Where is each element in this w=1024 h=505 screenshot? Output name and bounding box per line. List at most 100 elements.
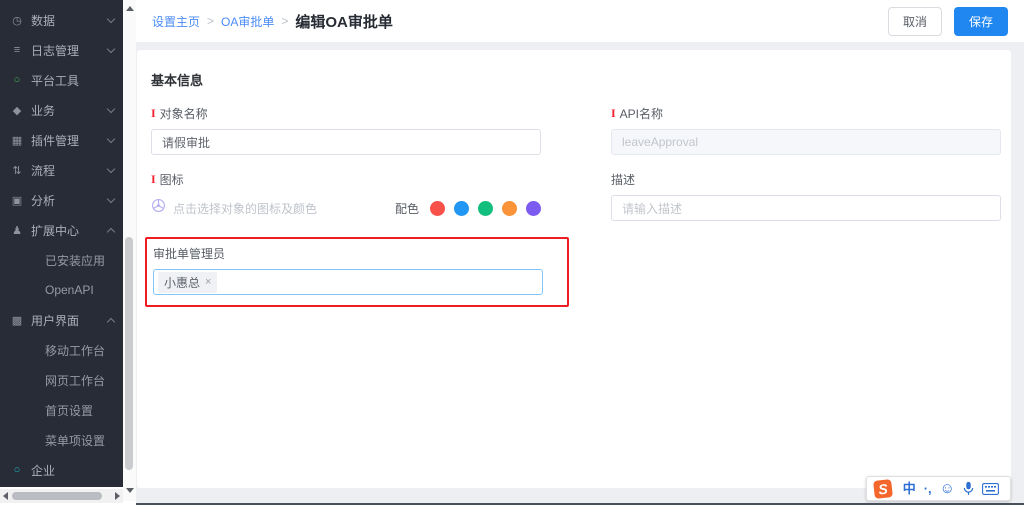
sidebar-item-data[interactable]: ◷ 数据 xyxy=(0,5,123,35)
sidebar-item-label: 日志管理 xyxy=(31,42,108,59)
scroll-right-arrow-icon[interactable] xyxy=(115,492,120,500)
sidebar-item-label: 数据 xyxy=(31,12,108,29)
horizontal-scrollbar-thumb[interactable] xyxy=(12,492,102,500)
description-input[interactable]: 请输入描述 xyxy=(611,195,1001,221)
sidebar-item-homepage-settings[interactable]: 首页设置 xyxy=(0,395,123,425)
sidebar-item-business[interactable]: ◆ 业务 xyxy=(0,95,123,125)
color-palette: 配色 xyxy=(395,200,541,217)
flow-icon: ⇅ xyxy=(10,164,24,177)
cancel-button[interactable]: 取消 xyxy=(888,7,942,36)
admin-tag-label: 小惠总 xyxy=(164,274,200,291)
emoji-icon[interactable]: ☺ xyxy=(940,481,955,496)
microphone-icon[interactable] xyxy=(963,481,974,496)
sidebar-item-label: 已安装应用 xyxy=(45,252,108,269)
sidebar-item-flow[interactable]: ⇅ 流程 xyxy=(0,155,123,185)
sidebar-item-analysis[interactable]: ▣ 分析 xyxy=(0,185,123,215)
ime-language-toggle[interactable]: 中 xyxy=(903,482,916,495)
sidebar-item-label: 首页设置 xyxy=(45,402,108,419)
sidebar-item-label: 用户界面 xyxy=(31,312,108,329)
clock-icon: ◷ xyxy=(10,14,24,27)
form-card: 基本信息 I 对象名称 请假审批 I 图标 xyxy=(137,50,1011,488)
vertical-scrollbar[interactable] xyxy=(123,0,136,501)
sidebar-item-label: 平台工具 xyxy=(31,72,108,89)
breadcrumb-separator: > xyxy=(281,14,288,28)
sidebar-item-label: 分析 xyxy=(31,192,108,209)
palette-color-dot[interactable] xyxy=(454,201,469,216)
sidebar-item-web-workbench[interactable]: 网页工作台 xyxy=(0,365,123,395)
scroll-down-arrow-icon[interactable] xyxy=(126,488,134,493)
sidebar-item-installed-apps[interactable]: 已安装应用 xyxy=(0,245,123,275)
section-title: 基本信息 xyxy=(151,70,1011,89)
chevron-icon xyxy=(107,15,115,23)
sidebar-item-label: 菜单项设置 xyxy=(45,432,108,449)
sidebar-item-plugin-management[interactable]: ▦ 插件管理 xyxy=(0,125,123,155)
sidebar-item-label: OpenAPI xyxy=(45,283,108,297)
sidebar-item-label: 流程 xyxy=(31,162,108,179)
breadcrumb-link-oa-approval[interactable]: OA审批单 xyxy=(221,13,274,30)
form-right-column: I API名称 leaveApproval 描述 请输入描述 xyxy=(611,105,1001,307)
ime-toolbar: S 中 ·, ☺ xyxy=(866,476,1011,501)
description-label: 描述 xyxy=(611,171,1001,188)
scroll-left-arrow-icon[interactable] xyxy=(3,492,8,500)
required-mark: I xyxy=(611,106,616,121)
palette-color-dot[interactable] xyxy=(478,201,493,216)
sidebar-item-platform-tools[interactable]: ○ 平台工具 xyxy=(0,65,123,95)
page-header: 设置主页 > OA审批单 > 编辑OA审批单 取消 保存 xyxy=(136,0,1024,42)
api-name-field: I API名称 leaveApproval xyxy=(611,105,1001,155)
save-button[interactable]: 保存 xyxy=(954,7,1008,36)
sidebar: ◷ 数据 ≡ 日志管理 ○ 平台工具 ◆ 业务 ▦ 插件管理 ⇅ 流程 ▣ 分析 xyxy=(0,0,123,487)
sidebar-item-label: 网页工作台 xyxy=(45,372,108,389)
sidebar-item-mobile-workbench[interactable]: 移动工作台 xyxy=(0,335,123,365)
sidebar-item-label: 扩展中心 xyxy=(31,222,108,239)
chevron-icon xyxy=(107,105,115,113)
object-name-label: I 对象名称 xyxy=(151,105,541,122)
sidebar-item-label: 移动工作台 xyxy=(45,342,108,359)
admin-label: 审批单管理员 xyxy=(153,245,567,262)
sidebar-item-log-management[interactable]: ≡ 日志管理 xyxy=(0,35,123,65)
chevron-icon xyxy=(107,45,115,53)
scroll-up-arrow-icon[interactable] xyxy=(126,6,134,11)
sidebar-item-user-interface[interactable]: ▩ 用户界面 xyxy=(0,305,123,335)
vertical-scrollbar-thumb[interactable] xyxy=(125,237,133,470)
icon-picker-hint: 点击选择对象的图标及颜色 xyxy=(173,200,317,217)
chevron-icon xyxy=(107,227,115,235)
form-left-column: I 对象名称 请假审批 I 图标 xyxy=(151,105,541,307)
tag-remove-icon[interactable]: × xyxy=(205,276,211,288)
palette-color-dot[interactable] xyxy=(430,201,445,216)
description-field: 描述 请输入描述 xyxy=(611,171,1001,221)
chevron-icon xyxy=(107,135,115,143)
ime-punctuation-toggle[interactable]: ·, xyxy=(924,482,932,495)
content-background: 基本信息 I 对象名称 请假审批 I 图标 xyxy=(136,42,1024,503)
sogou-logo-icon[interactable]: S xyxy=(873,479,893,499)
icon-picker[interactable]: 点击选择对象的图标及颜色 xyxy=(151,198,317,218)
horizontal-scrollbar[interactable] xyxy=(0,489,123,503)
required-mark: I xyxy=(151,106,156,121)
palette-icon xyxy=(151,198,166,218)
required-mark: I xyxy=(151,172,156,187)
sidebar-item-label: 插件管理 xyxy=(31,132,108,149)
grid-icon: ▦ xyxy=(10,134,24,147)
breadcrumb-separator: > xyxy=(207,14,214,28)
sidebar-item-label: 企业 xyxy=(31,462,108,479)
object-name-input[interactable]: 请假审批 xyxy=(151,129,541,155)
object-name-field: I 对象名称 请假审批 xyxy=(151,105,541,155)
api-name-label: I API名称 xyxy=(611,105,1001,122)
chevron-icon xyxy=(107,317,115,325)
chevron-icon xyxy=(107,165,115,173)
sidebar-item-extension-center[interactable]: ♟ 扩展中心 xyxy=(0,215,123,245)
sidebar-item-openapi[interactable]: OpenAPI xyxy=(0,275,123,305)
sidebar-item-menu-item-settings[interactable]: 菜单项设置 xyxy=(0,425,123,455)
breadcrumb-link-settings-home[interactable]: 设置主页 xyxy=(152,13,200,30)
chevron-icon xyxy=(107,195,115,203)
sidebar-item-label: 业务 xyxy=(31,102,108,119)
palette-color-dot[interactable] xyxy=(502,201,517,216)
admin-tag: 小惠总 × xyxy=(158,272,217,293)
header-buttons: 取消 保存 xyxy=(888,7,1008,36)
briefcase-icon: ◆ xyxy=(10,104,24,117)
circle-icon: ○ xyxy=(10,464,24,476)
palette-label: 配色 xyxy=(395,200,419,217)
admin-input[interactable]: 小惠总 × xyxy=(153,269,543,295)
palette-color-dot[interactable] xyxy=(526,201,541,216)
sidebar-item-enterprise[interactable]: ○ 企业 xyxy=(0,455,123,485)
keyboard-icon[interactable] xyxy=(982,483,999,495)
